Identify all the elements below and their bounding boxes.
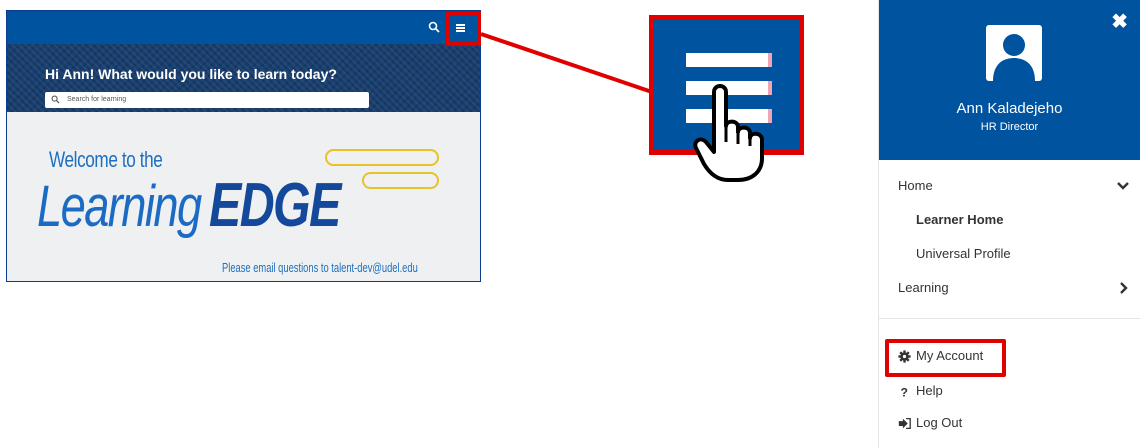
gear-icon <box>898 350 911 363</box>
hand-pointer-icon <box>693 84 764 182</box>
nav-item-my-account[interactable]: My Account <box>879 342 1140 370</box>
nav-item-universal-profile[interactable]: Universal Profile <box>879 240 1140 268</box>
nav-item-label: Universal Profile <box>916 246 1011 261</box>
close-icon[interactable]: ✖ <box>1111 12 1128 32</box>
nav-item-label: Learning <box>898 280 949 295</box>
svg-text:?: ? <box>900 385 907 398</box>
user-title: HR Director <box>980 121 1039 133</box>
nav-item-label: Learner Home <box>916 212 1004 227</box>
user-name: Ann Kaladejeho <box>956 100 1063 117</box>
hamburger-menu-icon-line <box>686 53 772 67</box>
nav-item-label: Log Out <box>916 415 963 430</box>
avatar <box>986 25 1042 81</box>
nav-item-home[interactable]: Home <box>879 172 1140 200</box>
panel-user-header: ✖ Ann Kaladejeho HR Director <box>879 0 1140 160</box>
nav-item-help[interactable]: ? Help <box>879 377 1140 405</box>
divider <box>879 318 1140 319</box>
nav-item-label: Home <box>898 178 933 193</box>
sign-out-icon <box>898 417 911 430</box>
nav-item-log-out[interactable]: Log Out <box>879 409 1140 437</box>
nav-item-learning[interactable]: Learning <box>879 274 1140 302</box>
nav-item-label: Help <box>916 383 943 398</box>
chevron-down-icon <box>1117 182 1129 190</box>
nav-item-label: My Account <box>916 348 984 363</box>
user-silhouette-icon <box>993 34 1035 81</box>
chevron-right-icon <box>1120 282 1128 294</box>
side-navigation-panel: ✖ Ann Kaladejeho HR Director Home Learne… <box>878 0 1140 448</box>
question-mark-icon: ? <box>900 385 907 398</box>
nav-item-learner-home[interactable]: Learner Home <box>879 206 1140 234</box>
